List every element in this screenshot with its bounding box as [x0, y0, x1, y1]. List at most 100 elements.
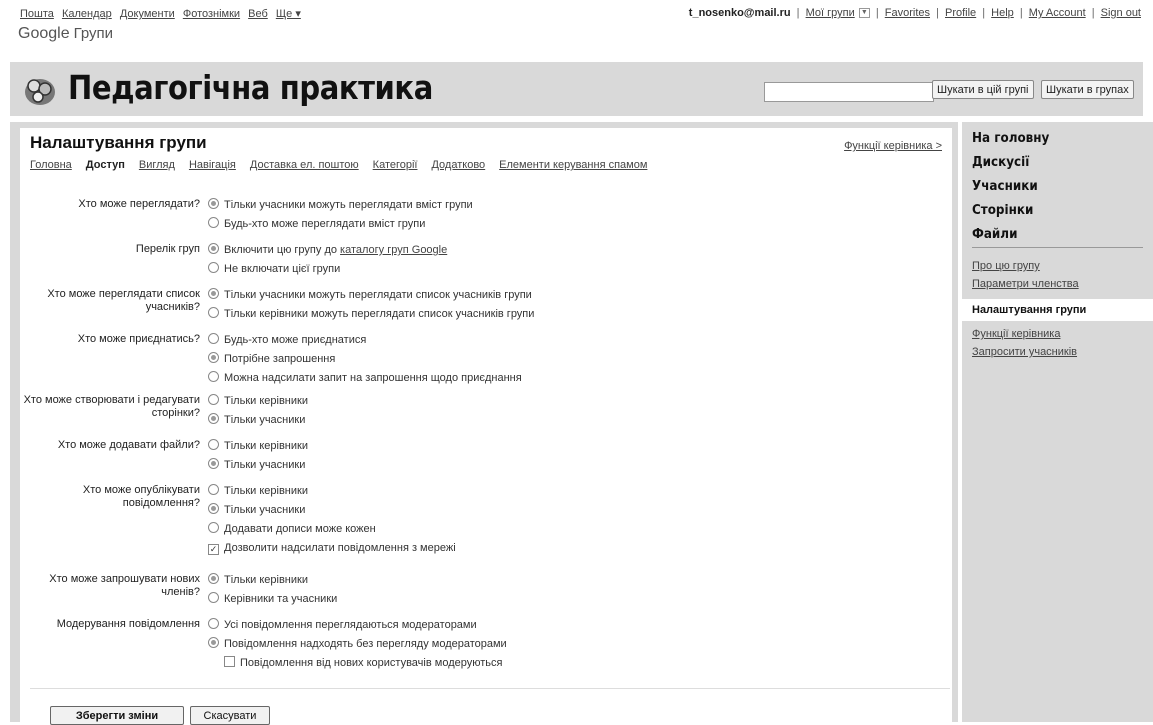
tab-3[interactable]: Навігація — [189, 159, 236, 171]
group-header: Педагогічна практика Шукати в цій групі … — [10, 62, 1143, 116]
radio-option[interactable]: Тільки учасники — [208, 413, 308, 428]
radio-option[interactable]: Можна надсилати запит на запрошення щодо… — [208, 371, 522, 386]
nav-calendar[interactable]: Календар — [62, 8, 112, 20]
radio-button[interactable] — [208, 592, 219, 603]
radio-option[interactable]: Будь-хто може переглядати вміст групи — [208, 217, 473, 232]
sidebar-link-membership[interactable]: Параметри членства — [972, 278, 1079, 290]
radio-option[interactable]: Керівники та учасники — [208, 592, 337, 607]
tab-0[interactable]: Головна — [30, 159, 72, 171]
radio-button[interactable] — [208, 288, 219, 299]
checkbox[interactable]: ✓ — [208, 544, 219, 555]
option-label: Тільки учасники — [224, 459, 306, 471]
divider — [30, 688, 950, 689]
checkbox-option[interactable]: Повідомлення від нових користувачів моде… — [208, 656, 507, 671]
nav-mail[interactable]: Пошта — [20, 8, 54, 20]
radio-option[interactable]: Усі повідомлення переглядаються модерато… — [208, 618, 507, 633]
option-label: Повідомлення надходять без перегляду мод… — [224, 638, 507, 650]
radio-option[interactable]: Тільки керівники — [208, 573, 337, 588]
google-groups-logo[interactable]: Google Групи — [18, 25, 113, 43]
tab-2[interactable]: Вигляд — [139, 159, 175, 171]
search-groups-button[interactable]: Шукати в групах — [1041, 80, 1134, 99]
save-button[interactable]: Зберегти зміни — [50, 706, 184, 725]
radio-button[interactable] — [208, 394, 219, 405]
radio-option[interactable]: Додавати дописи може кожен — [208, 522, 456, 537]
sign-out-link[interactable]: Sign out — [1101, 7, 1141, 19]
radio-option[interactable]: Включити цю групу до каталогу груп Googl… — [208, 243, 447, 258]
radio-button[interactable] — [208, 307, 219, 318]
checkbox[interactable] — [224, 656, 235, 667]
sidebar-link-about[interactable]: Про цю групу — [972, 260, 1040, 272]
radio-button[interactable] — [208, 243, 219, 254]
sidebar-main-link[interactable]: Учасники — [972, 176, 1049, 200]
main-panel: Налаштування групи Функції керівника > Г… — [10, 122, 958, 725]
radio-button[interactable] — [208, 217, 219, 228]
logo-google-text: Google — [18, 25, 70, 42]
radio-button[interactable] — [208, 637, 219, 648]
radio-option[interactable]: Повідомлення надходять без перегляду мод… — [208, 637, 507, 652]
setting-options: Тільки керівники Тільки учасники — [208, 439, 308, 477]
nav-web[interactable]: Веб — [248, 8, 268, 20]
radio-button[interactable] — [208, 262, 219, 273]
radio-option[interactable]: Тільки учасники можуть переглядати списо… — [208, 288, 534, 303]
sidebar-main-link[interactable]: Дискусії — [972, 152, 1049, 176]
radio-button[interactable] — [208, 198, 219, 209]
search-this-group-button[interactable]: Шукати в цій групі — [932, 80, 1034, 99]
my-account-link[interactable]: My Account — [1029, 7, 1086, 19]
radio-option[interactable]: Тільки керівники можуть переглядати спис… — [208, 307, 534, 322]
radio-button[interactable] — [208, 573, 219, 584]
radio-option[interactable]: Тільки учасники — [208, 503, 456, 518]
cancel-button[interactable]: Скасувати — [190, 706, 270, 725]
tab-5[interactable]: Категорії — [373, 159, 418, 171]
search-input[interactable] — [764, 82, 934, 102]
google-directory-link[interactable]: каталогу груп Google — [340, 244, 447, 256]
radio-option[interactable]: Потрібне запрошення — [208, 352, 522, 367]
help-link[interactable]: Help — [991, 7, 1014, 19]
sidebar-link-invite[interactable]: Запросити учасників — [972, 346, 1077, 358]
profile-link[interactable]: Profile — [945, 7, 976, 19]
nav-photos[interactable]: Фотознімки — [183, 8, 240, 20]
my-groups-link[interactable]: Мої групи — [806, 7, 855, 19]
radio-option[interactable]: Не включати цієї групи — [208, 262, 447, 277]
chevron-down-icon[interactable]: ▼ — [858, 8, 870, 19]
manager-functions-link[interactable]: Функції керівника > — [844, 140, 942, 152]
radio-option[interactable]: Тільки керівники — [208, 484, 456, 499]
radio-option[interactable]: Тільки керівники — [208, 394, 308, 409]
radio-option[interactable]: Тільки учасники — [208, 458, 308, 473]
tab-6[interactable]: Додатково — [431, 159, 485, 171]
sidebar-main-link[interactable]: На головну — [972, 128, 1049, 152]
sidebar-main-link[interactable]: Сторінки — [972, 200, 1049, 224]
radio-button[interactable] — [208, 352, 219, 363]
option-label: Тільки учасники можуть переглядати списо… — [224, 289, 532, 301]
divider — [972, 247, 1143, 248]
option-label: Не включати цієї групи — [224, 263, 341, 275]
radio-button[interactable] — [208, 333, 219, 344]
radio-option[interactable]: Тільки керівники — [208, 439, 308, 454]
option-label: Тільки керівники — [224, 395, 308, 407]
tab-7[interactable]: Елементи керування спамом — [499, 159, 647, 171]
tab-1[interactable]: Доступ — [86, 159, 125, 171]
user-bar: t_nosenko@mail.ru | Мої групи ▼ | Favori… — [689, 7, 1141, 19]
tab-4[interactable]: Доставка ел. поштою — [250, 159, 359, 171]
radio-button[interactable] — [208, 503, 219, 514]
nav-docs[interactable]: Документи — [120, 8, 175, 20]
nav-more[interactable]: Ще ▾ — [276, 8, 301, 20]
sidebar-link-manager[interactable]: Функції керівника — [972, 328, 1060, 340]
option-label: Тільки учасники — [224, 504, 306, 516]
setting-options: Будь-хто може приєднатися Потрібне запрош… — [208, 333, 522, 390]
group-title[interactable]: Педагогічна практика — [68, 68, 433, 107]
group-icon — [25, 79, 55, 105]
page-title: Налаштування групи — [30, 133, 207, 152]
radio-button[interactable] — [208, 371, 219, 382]
radio-button[interactable] — [208, 439, 219, 450]
radio-button[interactable] — [208, 618, 219, 629]
radio-button[interactable] — [208, 458, 219, 469]
radio-option[interactable]: Будь-хто може приєднатися — [208, 333, 522, 348]
sidebar-item-group-settings[interactable]: Налаштування групи — [962, 299, 1153, 321]
radio-option[interactable]: Тільки учасники можуть переглядати вміст… — [208, 198, 473, 213]
sidebar-main-link[interactable]: Файли — [972, 224, 1049, 248]
checkbox-option[interactable]: ✓ Дозволити надсилати повідомлення з мере… — [208, 541, 456, 556]
radio-button[interactable] — [208, 522, 219, 533]
radio-button[interactable] — [208, 484, 219, 495]
favorites-link[interactable]: Favorites — [885, 7, 930, 19]
radio-button[interactable] — [208, 413, 219, 424]
